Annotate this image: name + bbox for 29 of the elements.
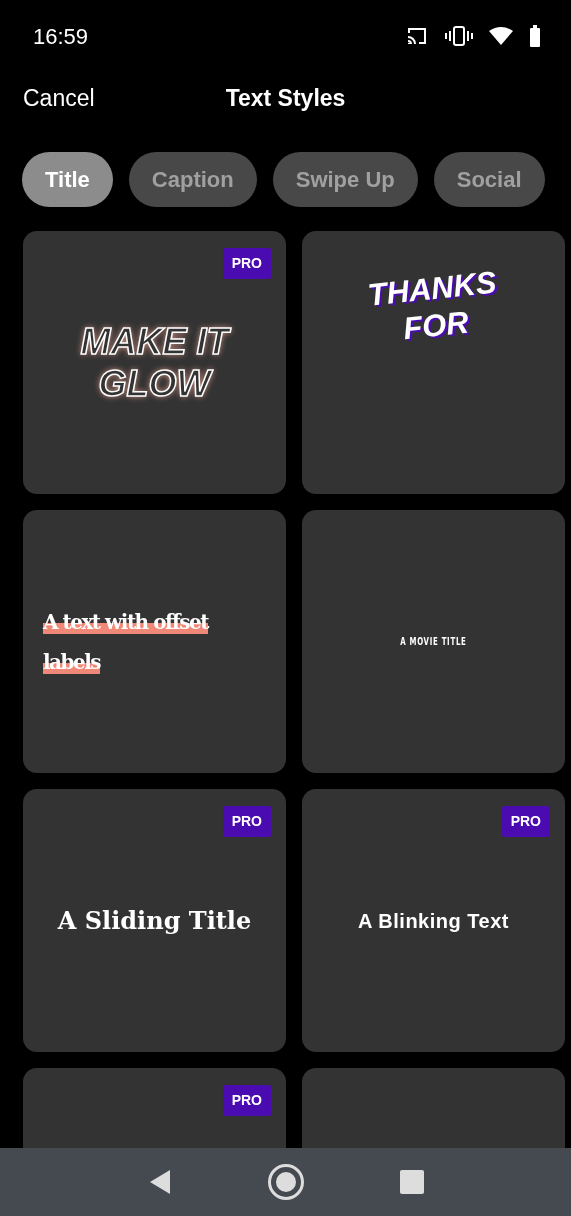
style-card[interactable]: PRO MAKE IT GLOW	[23, 231, 286, 494]
pro-badge: PRO	[501, 806, 550, 837]
screen-title: Text Styles	[225, 83, 346, 113]
style-card[interactable]: A MOVIE TITLE	[302, 510, 565, 773]
style-card[interactable]: PRO	[23, 1068, 286, 1148]
cast-icon	[405, 26, 429, 46]
recents-button[interactable]	[399, 1170, 424, 1194]
home-button[interactable]	[266, 1163, 305, 1201]
pro-badge: PRO	[222, 1085, 271, 1116]
home-icon	[266, 1163, 305, 1201]
clock-time: 16:59	[33, 22, 89, 51]
glow-text-preview: MAKE IT GLOW	[54, 321, 255, 404]
serif-title-preview: A Sliding Title	[57, 904, 252, 937]
category-tab[interactable]: Caption	[128, 152, 257, 207]
slanted-text-preview: THANKS FOR	[364, 263, 499, 349]
wifi-icon	[489, 27, 513, 45]
style-card[interactable]: PRO A Sliding Title	[23, 789, 286, 1052]
style-card[interactable]: PRO A Blinking Text	[302, 789, 565, 1052]
vibrate-icon	[445, 26, 473, 46]
recents-icon	[399, 1170, 424, 1194]
battery-icon	[529, 25, 541, 47]
cancel-button[interactable]: Cancel	[23, 80, 95, 116]
blinking-text-preview: A Blinking Text	[358, 908, 509, 934]
movie-title-preview: A MOVIE TITLE	[400, 635, 467, 649]
pro-badge: PRO	[222, 248, 271, 279]
pro-badge: PRO	[222, 806, 271, 837]
style-card[interactable]: THANKS FOR	[302, 231, 565, 494]
category-tab[interactable]: Social	[433, 152, 545, 207]
category-tab[interactable]: Swipe Up	[272, 152, 418, 207]
